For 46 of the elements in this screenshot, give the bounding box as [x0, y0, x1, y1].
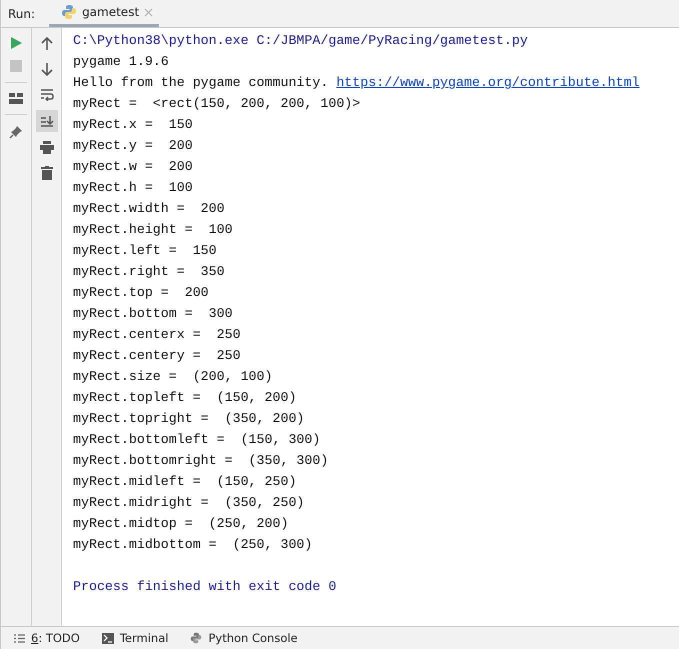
layout-icon[interactable] — [9, 93, 23, 104]
run-icon[interactable] — [9, 36, 23, 50]
list-icon — [14, 634, 25, 642]
console-line: myRect.midleft = (150, 250) — [73, 473, 298, 491]
console-line: myRect.y = 200 — [73, 137, 194, 155]
console-line: myRect.topright = (350, 200) — [73, 410, 306, 428]
console-line: myRect.h = 100 — [73, 179, 194, 197]
console-line: myRect.centerx = 250 — [73, 326, 242, 344]
console-line: myRect.bottomright = (350, 300) — [73, 452, 330, 470]
trash-icon — [40, 166, 52, 180]
console-line: myRect.midright = (350, 250) — [73, 494, 306, 512]
pin-icon[interactable] — [9, 125, 23, 139]
console-text: Hello from the pygame community. — [73, 75, 330, 90]
console-line: C:\Python38\python.exe C:/JBMPA/game/PyRacing/gametest.py — [73, 32, 529, 50]
down-arrow-icon — [40, 62, 52, 76]
console-line: myRect.bottomleft = (150, 300) — [73, 431, 322, 449]
console-line: myRect.bottom = 300 — [73, 305, 234, 323]
console-line: myRect.midtop = (250, 200) — [73, 515, 290, 533]
printer-icon — [40, 140, 54, 154]
tool-window-tab[interactable]: Python Console — [190, 631, 298, 645]
console-line: myRect.topleft = (150, 200) — [73, 389, 298, 407]
console-line: myRect.centery = 250 — [73, 347, 242, 365]
console-line: myRect.top = 200 — [73, 284, 210, 302]
scroll-end-button[interactable] — [36, 110, 58, 132]
tool-window-tab[interactable]: 6: TODO — [14, 631, 80, 645]
console-line: myRect.size = (200, 100) — [73, 368, 274, 386]
run-label: Run: — [8, 6, 36, 20]
console-line: myRect.w = 200 — [73, 158, 194, 176]
console-line: myRect.width = 200 — [73, 200, 226, 218]
console-line: myRect.right = 350 — [73, 263, 226, 281]
console-line: Process finished with exit code 0 — [73, 578, 338, 596]
console-line: myRect.x = 150 — [73, 116, 194, 134]
run-tab[interactable]: gametest — [49, 0, 160, 27]
python-icon — [61, 4, 78, 20]
console-line: myRect.left = 150 — [73, 242, 218, 260]
console-link[interactable]: https://www.pygame.org/contribute.html — [336, 75, 640, 90]
console-line: myRect.midbottom = (250, 300) — [73, 536, 314, 554]
terminal-icon — [102, 632, 114, 644]
python-icon — [190, 632, 202, 644]
console-line: myRect.height = 100 — [73, 221, 234, 239]
console-line: myRect = <rect(150, 200, 200, 100)> — [73, 95, 362, 113]
up-arrow-icon — [40, 36, 52, 50]
scroll-to-end-icon — [40, 114, 54, 128]
console-line: pygame 1.9.6 — [73, 53, 170, 71]
tool-window-tab[interactable]: Terminal — [102, 631, 168, 645]
wrap-icon — [40, 89, 54, 101]
